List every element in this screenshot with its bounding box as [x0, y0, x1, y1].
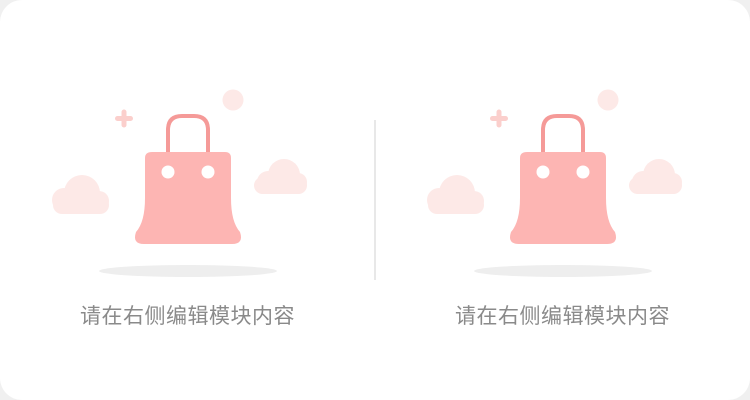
empty-message: 请在右侧编辑模块内容: [455, 304, 670, 328]
shopping-bag-icon: [510, 114, 616, 244]
module-placeholder-right[interactable]: 请在右侧编辑模块内容: [375, 0, 750, 400]
empty-bag-illustration: [427, 89, 682, 277]
bag-shadow: [99, 265, 277, 277]
shopping-bag-icon: [135, 114, 241, 244]
empty-bag-illustration: [52, 89, 307, 277]
decorative-dot: [222, 89, 244, 111]
empty-message: 请在右侧编辑模块内容: [80, 304, 295, 328]
cloud-icon: [629, 159, 682, 194]
cloud-icon: [427, 175, 484, 214]
decorative-dot: [597, 89, 619, 111]
plus-icon: [115, 109, 133, 128]
cloud-icon: [254, 159, 307, 194]
module-placeholder-left[interactable]: 请在右侧编辑模块内容: [0, 0, 375, 400]
empty-state-card: 请在右侧编辑模块内容 请在右侧编辑模块内容: [0, 0, 750, 400]
plus-icon: [490, 109, 508, 128]
bag-shadow: [474, 265, 652, 277]
cloud-icon: [52, 175, 109, 214]
